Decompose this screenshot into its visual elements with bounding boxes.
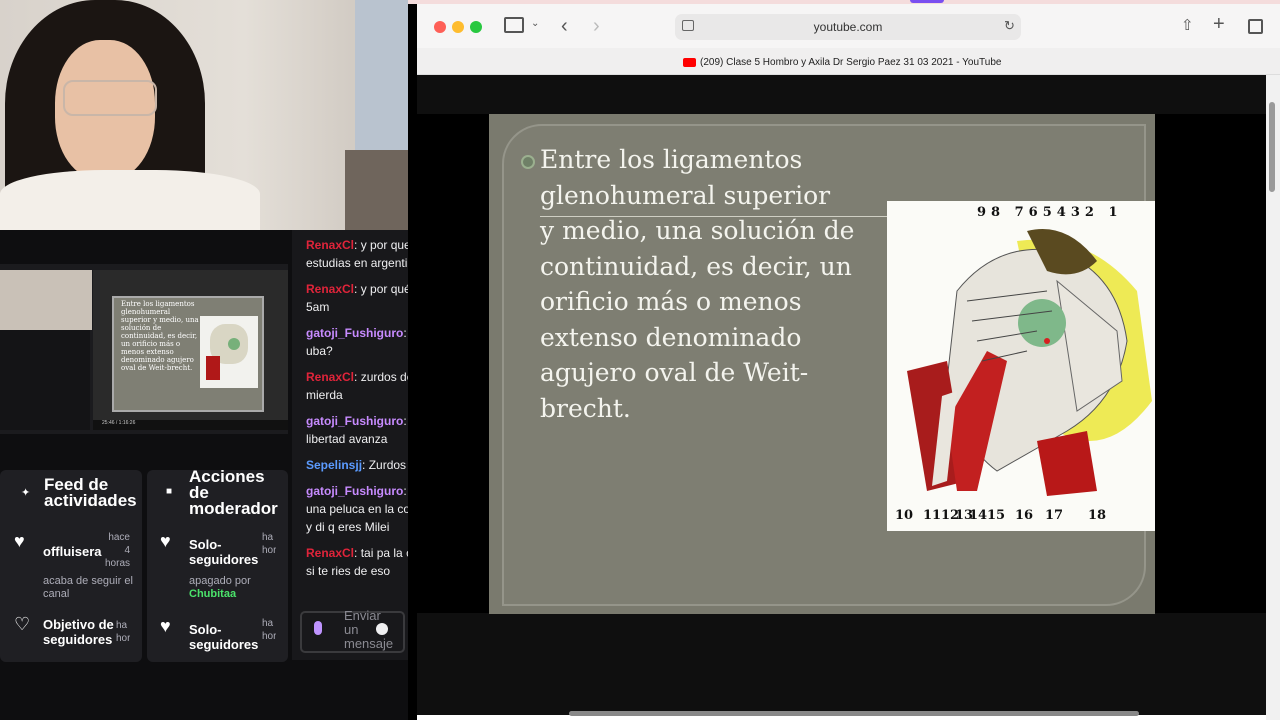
window-gap [408,4,417,720]
slide-line: agujero oval de Weit- [540,358,809,387]
heart-icon: ♥ [14,531,25,551]
chat-username[interactable]: RenaxCl [306,370,354,384]
maximize-window-button[interactable] [470,21,482,33]
chat-message-cont: una peluca en la co [306,502,411,516]
preview-anatomy-image [200,316,258,388]
chat-message-cont: uba? [306,344,333,358]
heart-icon: ♥ [160,531,171,551]
sword-icon: ■ [166,486,173,497]
back-icon[interactable]: ‹ [561,15,568,38]
chat-message: Sepelinsjj: Zurdos c [306,456,418,474]
microphone-icon[interactable] [314,621,322,635]
mod-item-name[interactable]: Solo-seguidores [189,622,263,652]
share-icon[interactable]: ⇧ [1181,16,1194,34]
chat-message-cont: libertad avanza [306,432,388,446]
chat-message-cont: si te ries de eso [306,564,391,578]
slide-line: orificio más o menos [540,287,802,316]
chat-message: RenaxCl: y por que [306,236,418,254]
horizontal-scrollbar[interactable] [569,711,1139,716]
shoulder-anatomy-image [887,201,1155,531]
minimize-window-button[interactable] [452,21,464,33]
mod-item-time: ha hor [262,618,276,642]
close-window-button[interactable] [434,21,446,33]
feed-item-time: hace 4 horas [104,532,130,569]
heart-outline-icon: ♡ [14,614,31,634]
chat-message-cont: 5am [306,300,330,314]
bullet-icon [521,155,535,169]
chat-username[interactable]: Sepelinsjj [306,458,362,472]
chat-username[interactable]: RenaxCl [306,546,354,560]
chat-message-cont: mierda [306,388,343,402]
activity-icon: ✦ [21,487,31,499]
chat-text: : tai pa la c [354,546,413,560]
feed-item-name[interactable]: offluisera [43,544,105,559]
chat-username[interactable]: gatoji_Fushiguro [306,484,403,498]
feed-item-desc: acaba de seguir el canal [43,575,133,600]
chat-text: : y por qué [354,282,411,296]
preview-time: 25:46 / 1:16:26 [102,420,136,426]
slide-line: Entre los ligamentos [540,145,803,174]
video-bottom-letterbox [417,613,1266,715]
slide-line: continuidad, es decir, un [540,251,852,281]
chat-list: RenaxCl: y por que estudias en argentin … [306,236,418,580]
chat-text: : zurdos de [354,370,414,384]
heart-icon: ♥ [160,616,171,636]
mod-actions-title: Acciones de moderador [189,467,278,518]
youtube-icon [683,58,696,67]
slide-line: extenso denominado [540,322,802,352]
mod-item-user[interactable]: Chubitaa [189,588,236,600]
emoji-icon[interactable] [376,623,388,635]
webcam-feed [0,0,408,230]
feed-item-name[interactable]: Objetivo de seguidores [43,617,115,655]
anatomy-drawing [907,229,1152,496]
diagram-top-numbers: 98 765432 1 [977,205,1123,220]
chat-username[interactable]: RenaxCl [306,282,354,296]
chat-message: RenaxCl: zurdos de [306,368,418,386]
chevron-down-icon[interactable]: ⌄ [531,18,539,29]
tab-overview-icon[interactable] [1248,19,1263,34]
slide-line: glenohumeral superior [540,180,831,210]
mod-item-name[interactable]: Solo-seguidores [189,537,263,567]
video-top-letterbox [417,75,1266,114]
chat-text: : y por que [354,238,411,252]
preview-slide-text: Entre los ligamentos glenohumeral superi… [121,300,199,372]
chat-message: RenaxCl: y por qué [306,280,418,298]
url-text: youtube.com [813,20,883,34]
forward-icon[interactable]: › [593,15,600,38]
chat-message-cont: y di q eres Milei [306,520,390,534]
scrollbar-thumb[interactable] [1269,102,1275,192]
reload-icon[interactable]: ↻ [1004,18,1015,34]
feed-item-time: ha hor [116,620,130,644]
activity-feed-title: Feed de actividades [44,475,137,510]
chat-username[interactable]: gatoji_Fushiguro [306,414,403,428]
tab-title[interactable]: (209) Clase 5 Hombro y Axila Dr Sergio P… [700,57,1001,68]
chat-message-cont: estudias en argentin [306,256,415,270]
slide-text: Entre los ligamentos glenohumeral superi… [540,142,890,426]
new-tab-icon[interactable]: + [1213,13,1225,36]
chat-username[interactable]: RenaxCl [306,238,354,252]
mod-item-desc: apagado por [189,575,251,587]
chat-message: RenaxCl: tai pa la c [306,544,418,562]
slide-line: y medio, una solución de [540,216,855,245]
top-indicator [910,0,944,3]
chat-message: gatoji_Fushiguro: l [306,412,418,430]
sidebar-icon[interactable] [504,17,524,33]
mod-item-time: ha hor [262,532,276,556]
chat-message: gatoji_Fushiguro: p [306,482,418,500]
chat-username[interactable]: gatoji_Fushiguro [306,326,403,340]
preview-sidebar [0,330,90,430]
slide-line: brecht. [540,393,631,423]
chat-message: gatoji_Fushiguro: c [306,324,418,342]
